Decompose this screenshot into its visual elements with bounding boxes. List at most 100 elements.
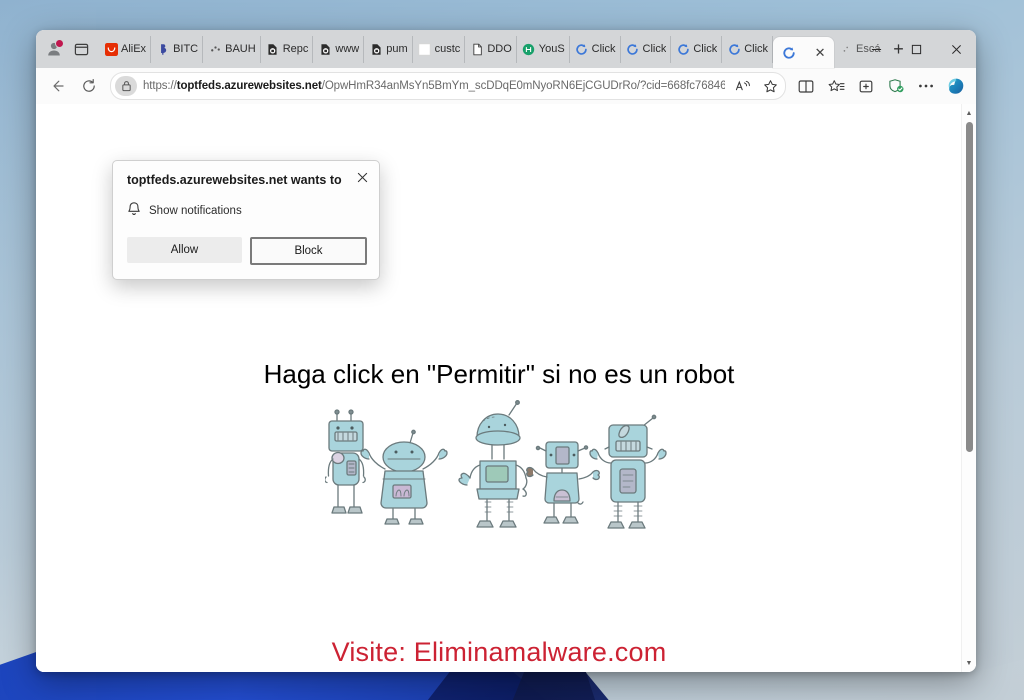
lock-page-icon bbox=[318, 42, 332, 56]
tab-title: Click bbox=[642, 43, 667, 55]
refresh-icon bbox=[83, 79, 95, 92]
back-button[interactable] bbox=[42, 72, 72, 100]
read-aloud-button[interactable] bbox=[731, 75, 753, 97]
tab-title: Click bbox=[744, 43, 769, 55]
star-icon bbox=[763, 79, 777, 92]
scrollbar-up-arrow[interactable]: ▲ bbox=[962, 106, 976, 120]
tab-active[interactable]: ✕ bbox=[773, 37, 835, 68]
copilot-icon bbox=[948, 78, 964, 94]
tab-title: BITC bbox=[173, 43, 199, 55]
close-window-button[interactable] bbox=[936, 30, 976, 68]
tab-ddo[interactable]: DDO bbox=[465, 35, 517, 63]
settings-and-more-button[interactable] bbox=[912, 72, 940, 100]
url-scheme: https:// bbox=[143, 80, 177, 92]
tab-bauh[interactable]: BAUH bbox=[203, 35, 261, 63]
popup-buttons: Allow Block bbox=[127, 236, 367, 265]
window-controls bbox=[856, 30, 976, 68]
browser-essentials-button[interactable] bbox=[882, 72, 910, 100]
tab-title: DDO bbox=[487, 43, 512, 55]
bell-icon bbox=[127, 201, 141, 221]
robots-illustration bbox=[325, 400, 667, 529]
refresh-button[interactable] bbox=[74, 72, 104, 100]
tab-close-button[interactable]: ✕ bbox=[812, 45, 828, 61]
minimize-button[interactable] bbox=[856, 30, 896, 68]
url-path: /OpwHmR34anMsYn5BmYm_scDDqE0mNyoRN6EjCGU… bbox=[321, 80, 725, 92]
maximize-button[interactable] bbox=[896, 30, 936, 68]
tab-actions-button[interactable] bbox=[68, 36, 94, 62]
tab-pum[interactable]: pum bbox=[364, 35, 413, 63]
collections-icon bbox=[859, 80, 873, 92]
tab-strip: AliEx BITC BAUH Repc www pum custc DDO Y… bbox=[36, 30, 976, 68]
site-information-button[interactable] bbox=[115, 76, 137, 96]
popup-title: toptfeds.azurewebsites.net wants to bbox=[127, 173, 342, 187]
address-bar[interactable]: https://toptfeds.azurewebsites.net/OpwHm… bbox=[110, 72, 786, 100]
robot-5 bbox=[589, 414, 667, 529]
split-screen-button[interactable] bbox=[792, 72, 820, 100]
profile-avatar[interactable] bbox=[40, 36, 68, 62]
browser-essentials-shield-icon bbox=[888, 79, 903, 93]
close-icon bbox=[357, 172, 367, 182]
scrollbar-down-arrow[interactable]: ▼ bbox=[962, 656, 976, 670]
minimize-icon bbox=[871, 48, 881, 50]
tab-title: pum bbox=[386, 43, 408, 55]
popup-close-button[interactable] bbox=[353, 168, 371, 186]
back-arrow-icon bbox=[53, 80, 64, 92]
url-text[interactable]: https://toptfeds.azurewebsites.net/OpwHm… bbox=[143, 80, 725, 92]
tab-click-2[interactable]: Click bbox=[621, 35, 672, 63]
tab-www[interactable]: www bbox=[313, 35, 365, 63]
tab-title: Click bbox=[693, 43, 718, 55]
edge-refresh-icon bbox=[782, 46, 796, 60]
tab-click-3[interactable]: Click bbox=[671, 35, 723, 63]
page-viewport: Haga click en "Permitir" si no es un rob… bbox=[36, 104, 976, 672]
popup-request-label: Show notifications bbox=[149, 204, 242, 217]
tab-aliexpress[interactable]: AliEx bbox=[99, 35, 152, 63]
tab-custo[interactable]: custc bbox=[413, 35, 466, 63]
block-button[interactable]: Block bbox=[250, 236, 367, 265]
tab-repc[interactable]: Repc bbox=[261, 35, 314, 63]
tab-bitcoin[interactable]: BITC bbox=[151, 35, 204, 63]
tab-click-1[interactable]: Click bbox=[570, 35, 621, 63]
tab-yous[interactable]: YouS bbox=[517, 35, 570, 63]
scrollbar-thumb[interactable] bbox=[966, 122, 973, 452]
tab-actions-icon bbox=[74, 43, 88, 55]
lock-icon bbox=[121, 81, 131, 92]
lock-page-icon bbox=[266, 42, 280, 56]
robot-1 bbox=[325, 409, 366, 514]
robot-4 bbox=[526, 441, 600, 524]
collections-button[interactable] bbox=[852, 72, 880, 100]
green-circle-icon bbox=[522, 42, 536, 56]
favorites-list-icon bbox=[828, 79, 845, 91]
close-icon bbox=[951, 44, 961, 54]
read-aloud-icon bbox=[735, 80, 750, 91]
favorites-button[interactable] bbox=[822, 72, 850, 100]
edge-refresh-icon bbox=[676, 42, 690, 56]
robot-2 bbox=[360, 429, 448, 525]
maximize-icon bbox=[911, 44, 921, 54]
edge-refresh-icon bbox=[727, 42, 741, 56]
blank-icon bbox=[418, 42, 432, 56]
tab-title: Repc bbox=[282, 43, 309, 55]
tab-title: YouS bbox=[538, 43, 565, 55]
edge-refresh-icon bbox=[575, 42, 589, 56]
tab-title: AliEx bbox=[121, 43, 147, 55]
copilot-button[interactable] bbox=[942, 72, 970, 100]
url-host: toptfeds.azurewebsites.net bbox=[176, 80, 322, 92]
lock-page-icon bbox=[369, 42, 383, 56]
split-screen-icon bbox=[798, 79, 814, 93]
page-title: Haga click en "Permitir" si no es un rob… bbox=[263, 359, 735, 389]
more-ellipsis-icon bbox=[919, 84, 933, 88]
page-scrollbar[interactable]: ▲ ▼ bbox=[961, 104, 976, 672]
tab-title: custc bbox=[434, 43, 461, 55]
robot-3 bbox=[458, 400, 528, 528]
browser-window: AliEx BITC BAUH Repc www pum custc DDO Y… bbox=[36, 30, 976, 672]
document-icon bbox=[470, 42, 484, 56]
edge-refresh-icon bbox=[626, 42, 640, 56]
bitcoin-icon bbox=[156, 42, 170, 56]
browser-toolbar: https://toptfeds.azurewebsites.net/OpwHm… bbox=[36, 68, 976, 104]
notification-permission-popup: toptfeds.azurewebsites.net wants to Show… bbox=[112, 160, 380, 280]
tab-click-4[interactable]: Click bbox=[722, 35, 774, 63]
allow-button[interactable]: Allow bbox=[127, 236, 242, 263]
popup-permission-request: Show notifications bbox=[127, 201, 367, 221]
add-favorite-button[interactable] bbox=[759, 75, 781, 97]
tab-title: Click bbox=[591, 43, 616, 55]
